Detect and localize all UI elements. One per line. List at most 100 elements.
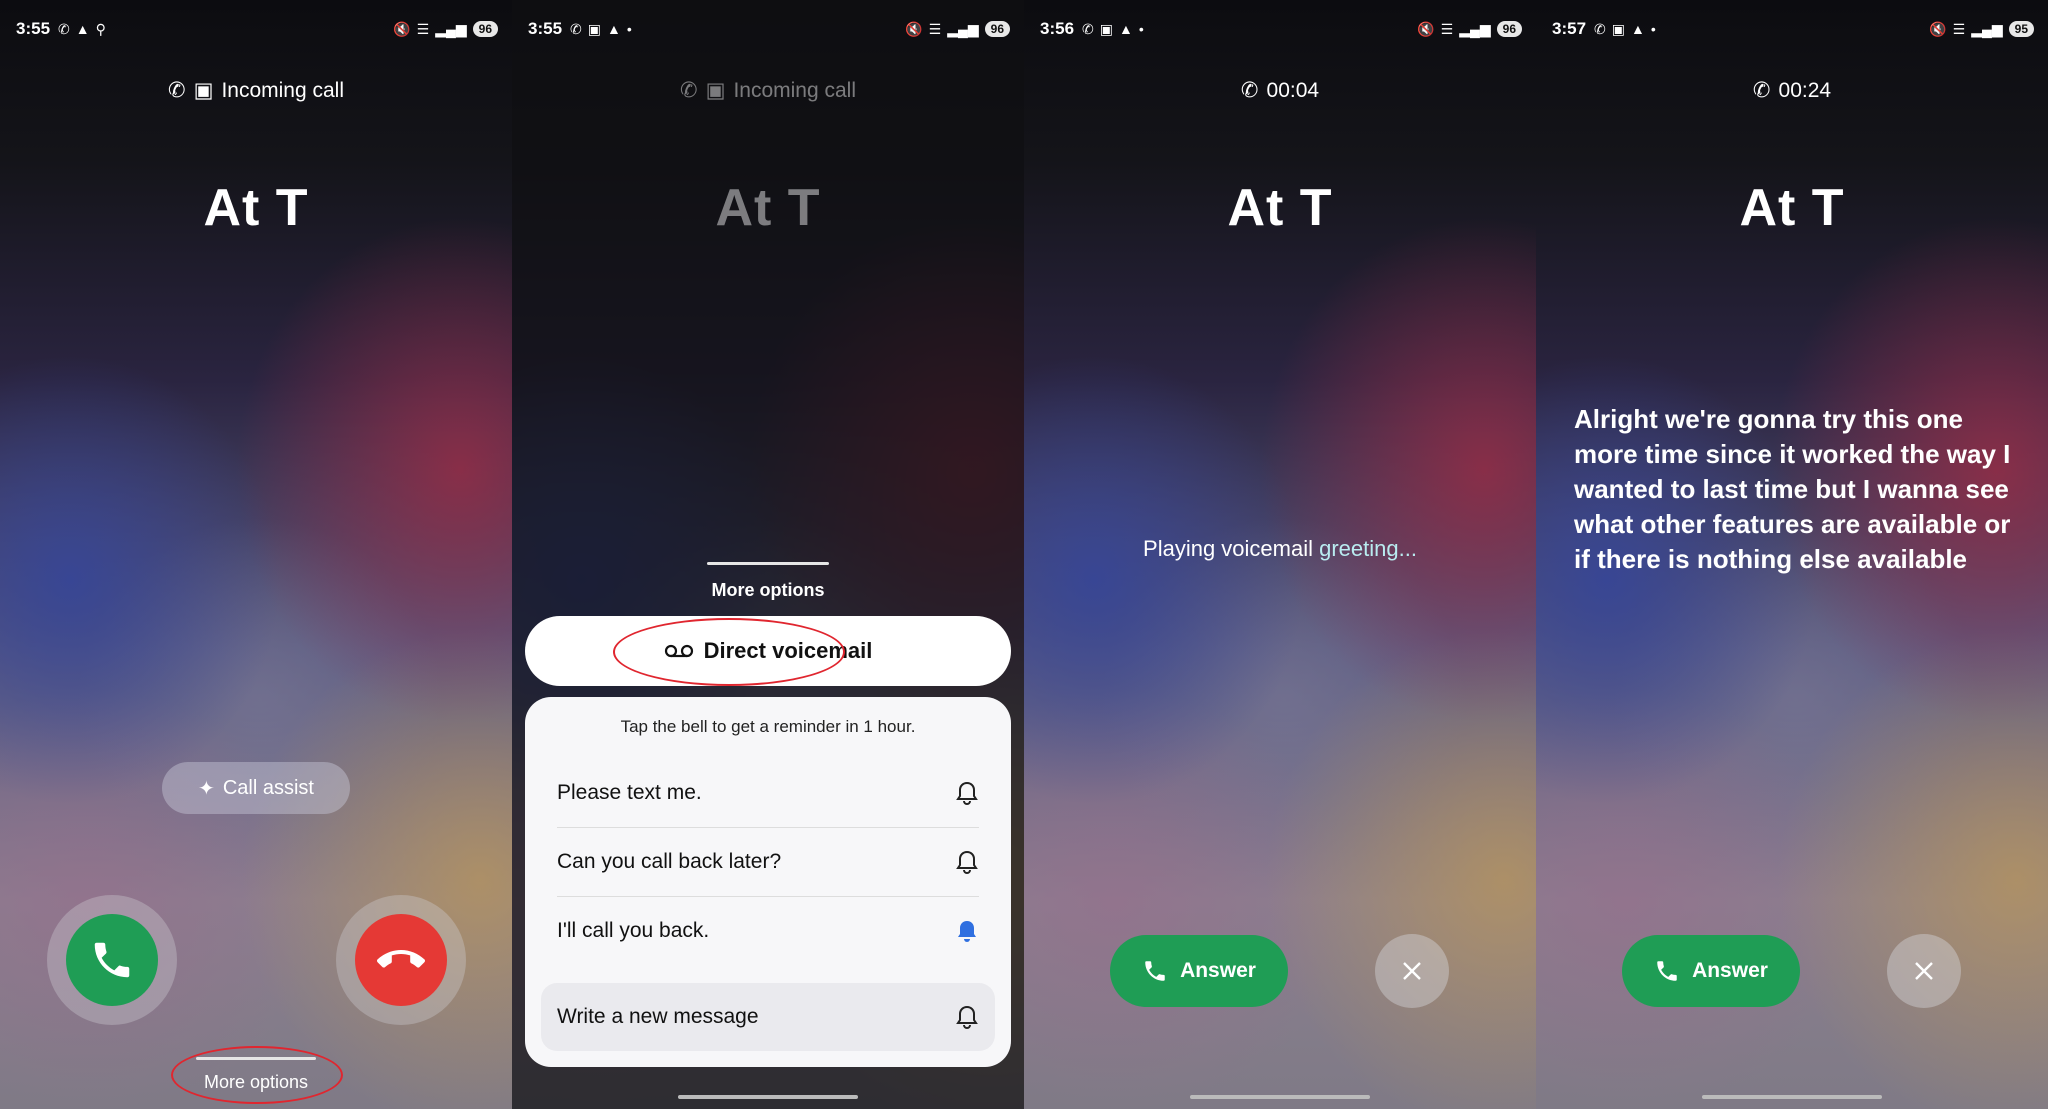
message-text: Can you call back later? (557, 850, 782, 873)
status-bar: 3:55 ✆ ▲ ⚲ 🔇 ☰ ▂▄▆ 96 (16, 18, 498, 40)
panel-live-transcript: 3:57 ✆ ▣ ▲ • 🔇 ☰ ▂▄▆ 95 ✆ 00:24 At T Alr… (1536, 0, 2048, 1109)
status-time: 3:55 (16, 19, 51, 38)
bell-outline-icon[interactable] (955, 780, 979, 806)
call-status-header: ✆ ▣ Incoming call (512, 78, 1024, 103)
sheet-handle[interactable] (707, 562, 829, 565)
battery-badge: 95 (2008, 21, 2034, 37)
sparkle-icon: ✦ (198, 777, 215, 800)
caller-name: At T (715, 179, 821, 237)
status-time: 3:55 (528, 19, 563, 38)
voicemail-call-icon: ✆ (1082, 20, 1094, 37)
call-status-header: ✆ ▣ Incoming call (0, 78, 512, 103)
quick-reply-sheet: Tap the bell to get a reminder in 1 hour… (525, 697, 1011, 1067)
screenshot-icon: ▣ (1611, 20, 1625, 37)
write-new-label: Write a new message (557, 1005, 759, 1028)
caller-name: At T (1739, 179, 1845, 237)
end-call-button[interactable] (1375, 934, 1449, 1008)
status-right-icons: 🔇 ☰ ▂▄▆ 96 (905, 21, 1010, 38)
voicemail-call-icon: ✆ (1240, 79, 1259, 102)
navigation-bar[interactable] (678, 1095, 858, 1099)
playing-prefix: Playing voicemail (1143, 536, 1320, 561)
mute-icon: 🔇 (1417, 20, 1435, 37)
wifi-icon: ☰ (1440, 20, 1454, 37)
close-icon (1403, 962, 1421, 980)
status-left-icons: ✆ ▣ ▲ • (570, 21, 632, 38)
phone-icon: ✆ (58, 20, 70, 37)
close-icon (1915, 962, 1933, 980)
warning-icon: ▲ (1119, 21, 1133, 37)
mute-icon: 🔇 (393, 20, 411, 37)
caller-name: At T (1227, 179, 1333, 237)
message-row[interactable]: I'll call you back. (557, 897, 979, 965)
call-timer: ✆ 00:24 (1536, 78, 2048, 103)
status-left-icons: ✆ ▣ ▲ • (1082, 21, 1144, 38)
status-right-icons: 🔇 ☰ ▂▄▆ 96 (1417, 21, 1522, 38)
status-left-icons: ✆ ▲ ⚲ (58, 21, 106, 38)
signal-icon: ▂▄▆ (435, 20, 467, 37)
bell-outline-icon[interactable] (955, 849, 979, 875)
battery-badge: 96 (472, 21, 498, 37)
dot-icon: • (1138, 21, 1144, 37)
accept-call-button[interactable] (47, 895, 177, 1025)
write-new-message-row[interactable]: Write a new message (541, 983, 995, 1051)
wifi-icon: ☰ (416, 20, 430, 37)
call-status-label: Incoming call (221, 78, 344, 102)
message-row[interactable]: Can you call back later? (557, 828, 979, 897)
status-bar: 3:55 ✆ ▣ ▲ • 🔇 ☰ ▂▄▆ 96 (528, 18, 1010, 40)
warning-icon: ▲ (75, 21, 90, 37)
answer-button[interactable]: Answer (1110, 935, 1288, 1007)
panel-more-options: 3:55 ✆ ▣ ▲ • 🔇 ☰ ▂▄▆ 96 ✆ ▣ Incoming cal… (512, 0, 1024, 1109)
message-text: I'll call you back. (557, 919, 710, 942)
search-icon: ⚲ (95, 20, 106, 37)
status-bar: 3:56 ✆ ▣ ▲ • 🔇 ☰ ▂▄▆ 96 (1040, 18, 1522, 40)
dot-icon: • (1650, 21, 1656, 37)
status-time: 3:56 (1040, 19, 1075, 38)
voicemail-call-icon: ✆ (1752, 79, 1771, 102)
message-text: Please text me. (557, 781, 702, 804)
end-call-button[interactable] (1887, 934, 1961, 1008)
signal-icon: ▂▄▆ (1971, 20, 2003, 37)
dot-icon: • (626, 21, 632, 37)
bell-outline-icon[interactable] (955, 1004, 979, 1030)
answer-label: Answer (1180, 959, 1256, 982)
reminder-hint: Tap the bell to get a reminder in 1 hour… (620, 717, 916, 736)
rtt-icon: ▣ (193, 79, 214, 102)
call-assist-button[interactable]: ✦ Call assist (162, 762, 350, 814)
screenshot-strip: 3:55 ✆ ▲ ⚲ 🔇 ☰ ▂▄▆ 96 ✆ ▣ Incoming call … (0, 0, 2048, 1109)
phone-icon (1145, 961, 1165, 981)
status-right-icons: 🔇 ☰ ▂▄▆ 95 (1929, 21, 2034, 38)
call-assist-label: Call assist (222, 776, 314, 799)
screenshot-icon: ▣ (1099, 20, 1113, 37)
annotation-ellipse (171, 1046, 343, 1104)
signal-icon: ▂▄▆ (947, 20, 979, 37)
call-status-label: Incoming call (733, 78, 856, 102)
panel-voicemail-greeting: 3:56 ✆ ▣ ▲ • 🔇 ☰ ▂▄▆ 96 ✆ 00:04 At T Pla… (1024, 0, 1536, 1109)
rtt-icon: ▣ (705, 79, 726, 102)
phone-icon (1657, 961, 1677, 981)
answer-label: Answer (1692, 959, 1768, 982)
accept-button-circle (66, 914, 158, 1006)
warning-icon: ▲ (1631, 21, 1645, 37)
answer-button[interactable]: Answer (1622, 935, 1800, 1007)
call-timer: ✆ 00:04 (1024, 78, 1536, 103)
status-left-icons: ✆ ▣ ▲ • (1594, 21, 1656, 38)
battery-badge: 96 (1496, 21, 1522, 37)
wifi-icon: ☰ (1952, 20, 1966, 37)
playing-highlight: greeting... (1319, 536, 1417, 561)
mute-icon: 🔇 (1929, 20, 1947, 37)
navigation-bar[interactable] (1190, 1095, 1370, 1099)
status-bar: 3:57 ✆ ▣ ▲ • 🔇 ☰ ▂▄▆ 95 (1552, 18, 2034, 40)
decline-call-button[interactable] (336, 895, 466, 1025)
message-row[interactable]: Please text me. (557, 759, 979, 828)
bell-filled-icon[interactable] (955, 918, 979, 944)
call-timer-value: 00:24 (1778, 78, 1832, 102)
caller-name: At T (203, 179, 309, 237)
phone-icon: ✆ (570, 20, 582, 37)
navigation-bar[interactable] (1702, 1095, 1882, 1099)
warning-icon: ▲ (607, 21, 621, 37)
sheet-title: More options (711, 580, 825, 600)
screenshot-icon: ▣ (587, 20, 601, 37)
status-time: 3:57 (1552, 19, 1587, 38)
battery-badge: 96 (984, 21, 1010, 37)
call-timer-value: 00:04 (1266, 78, 1320, 102)
